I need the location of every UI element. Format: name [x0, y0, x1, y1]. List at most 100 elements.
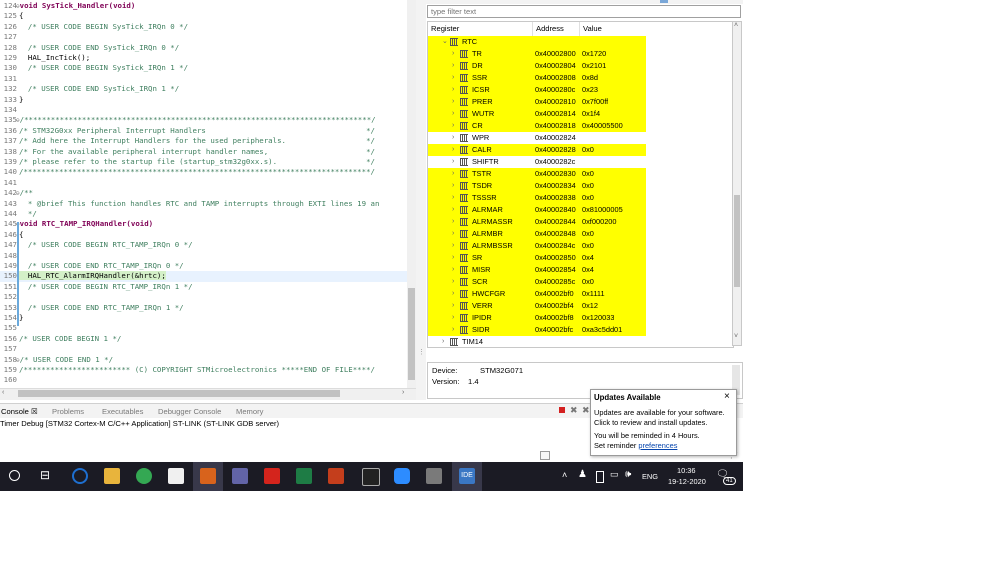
- code-line[interactable]: 126 /* USER CODE BEGIN SysTick_IRQn 0 */: [0, 22, 407, 32]
- register-row[interactable]: › ALRMBR 0x40002848 0x0: [428, 228, 733, 240]
- expand-register-icon[interactable]: ›: [452, 132, 454, 144]
- code-line[interactable]: 124⊖void SysTick_Handler(void): [0, 1, 407, 11]
- expand-register-icon[interactable]: ›: [452, 300, 454, 312]
- register-row[interactable]: › DR 0x40002804 0x2101: [428, 60, 733, 72]
- register-value[interactable]: 0x2101: [582, 60, 606, 72]
- console-pin-icon[interactable]: [540, 451, 550, 460]
- expand-register-icon[interactable]: ›: [452, 192, 454, 204]
- scroll-right-icon[interactable]: ›: [402, 389, 404, 396]
- register-value[interactable]: 0x120033: [582, 312, 614, 324]
- register-value[interactable]: 0x0: [582, 180, 594, 192]
- code-line[interactable]: 147 /* USER CODE BEGIN RTC_TAMP_IRQn 0 *…: [0, 240, 407, 250]
- expand-register-icon[interactable]: ›: [452, 276, 454, 288]
- code-line[interactable]: 140/************************************…: [0, 167, 407, 177]
- register-value[interactable]: 0x0: [582, 168, 594, 180]
- powerpoint-icon[interactable]: [328, 468, 344, 484]
- tray-overflow-icon[interactable]: ˄: [562, 470, 567, 480]
- scroll-down-icon[interactable]: ˅: [734, 333, 738, 340]
- column-header-value[interactable]: Value: [580, 22, 733, 36]
- register-value[interactable]: 0x0: [582, 240, 594, 252]
- register-row[interactable]: › TSDR 0x40002834 0x0: [428, 180, 733, 192]
- register-row[interactable]: › SSR 0x40002808 0x8d: [428, 72, 733, 84]
- code-line[interactable]: 138/* For the available peripheral inter…: [0, 147, 407, 157]
- expand-register-icon[interactable]: ›: [452, 48, 454, 60]
- register-row[interactable]: › SCR 0x4000285c 0x0: [428, 276, 733, 288]
- register-value[interactable]: 0x0: [582, 276, 594, 288]
- register-row[interactable]: › TR 0x40002800 0x1720: [428, 48, 733, 60]
- register-row[interactable]: › VERR 0x40002bf4 0x12: [428, 300, 733, 312]
- code-line[interactable]: 144 */: [0, 209, 407, 219]
- expand-register-icon[interactable]: ›: [452, 96, 454, 108]
- volume-icon[interactable]: 🕪: [625, 469, 631, 480]
- code-line[interactable]: 125{: [0, 11, 407, 21]
- person-icon[interactable]: ♟: [578, 469, 587, 480]
- register-row[interactable]: › TSSSR 0x40002838 0x0: [428, 192, 733, 204]
- column-header-address[interactable]: Address: [533, 22, 580, 36]
- code-line[interactable]: 158⊖/* USER CODE END 1 */: [0, 355, 407, 365]
- expand-register-icon[interactable]: ›: [452, 144, 454, 156]
- code-line[interactable]: 131: [0, 74, 407, 84]
- task-view-icon[interactable]: ⊟: [40, 468, 50, 482]
- panel-sash[interactable]: ⋮: [416, 0, 426, 400]
- search-icon[interactable]: [9, 470, 20, 481]
- updates-notification[interactable]: Updates Available × Updates are availabl…: [590, 389, 737, 456]
- register-value[interactable]: 0x1720: [582, 48, 606, 60]
- code-line[interactable]: 155: [0, 323, 407, 333]
- register-row[interactable]: › CR 0x40002818 0x40005500: [428, 120, 733, 132]
- network-icon[interactable]: ▭: [610, 469, 619, 480]
- register-row[interactable]: › WPR 0x40002824: [428, 132, 733, 144]
- expand-register-icon[interactable]: ›: [452, 264, 454, 276]
- register-value[interactable]: 0x0: [582, 144, 594, 156]
- code-line[interactable]: 135⊖/***********************************…: [0, 115, 407, 125]
- register-value[interactable]: 0x0: [582, 228, 594, 240]
- expand-register-icon[interactable]: ›: [452, 288, 454, 300]
- register-row[interactable]: › IPIDR 0x40002bf8 0x120033: [428, 312, 733, 324]
- code-line[interactable]: 142⊖/**: [0, 188, 407, 198]
- clock-date[interactable]: 19-12-2020: [668, 477, 706, 486]
- code-line[interactable]: 154}: [0, 313, 407, 323]
- code-line-current[interactable]: 150 HAL_RTC_AlarmIRQHandler(&hrtc);: [0, 271, 407, 282]
- code-line[interactable]: 132 /* USER CODE END SysTick_IRQn 1 */: [0, 84, 407, 94]
- register-value[interactable]: 0x0: [582, 192, 594, 204]
- code-line[interactable]: 149 /* USER CODE END RTC_TAMP_IRQn 0 */: [0, 261, 407, 271]
- code-line[interactable]: 153 /* USER CODE END RTC_TAMP_IRQn 1 */: [0, 303, 407, 313]
- register-value[interactable]: 0xf000200: [582, 216, 617, 228]
- code-line[interactable]: 143 * @brief This function handles RTC a…: [0, 199, 407, 209]
- zoom-icon[interactable]: [394, 468, 410, 484]
- register-row[interactable]: › ALRMASSR 0x40002844 0xf000200: [428, 216, 733, 228]
- register-row[interactable]: › PRER 0x40002810 0x7f00ff: [428, 96, 733, 108]
- expand-register-icon[interactable]: ›: [452, 60, 454, 72]
- code-line[interactable]: 152: [0, 292, 407, 302]
- register-row[interactable]: › ALRMBSSR 0x4000284c 0x0: [428, 240, 733, 252]
- code-line[interactable]: 156/* USER CODE BEGIN 1 */: [0, 334, 407, 344]
- expand-toggle-icon[interactable]: ›: [442, 336, 444, 347]
- register-filter-input[interactable]: [427, 5, 741, 18]
- register-table-scrollbar[interactable]: ˄ ˅: [732, 21, 742, 346]
- code-line[interactable]: 145⊖void RTC_TAMP_IRQHandler(void): [0, 219, 407, 229]
- toolbar-icon[interactable]: [660, 0, 668, 3]
- register-value[interactable]: 0x4: [582, 252, 594, 264]
- store-icon[interactable]: [168, 468, 184, 484]
- preferences-link[interactable]: preferences: [638, 441, 677, 450]
- expand-register-icon[interactable]: ›: [452, 156, 454, 168]
- expand-register-icon[interactable]: ›: [452, 240, 454, 252]
- register-group-rtc[interactable]: ⌄ RTC: [428, 36, 733, 48]
- expand-register-icon[interactable]: ›: [452, 204, 454, 216]
- expand-register-icon[interactable]: ›: [452, 180, 454, 192]
- expand-register-icon[interactable]: ›: [452, 228, 454, 240]
- terminate-icon[interactable]: [559, 407, 565, 413]
- code-line[interactable]: 128 /* USER CODE END SysTick_IRQn 0 */: [0, 43, 407, 53]
- close-icon[interactable]: ×: [724, 391, 730, 402]
- excel-icon[interactable]: [296, 468, 312, 484]
- teams-icon[interactable]: [232, 468, 248, 484]
- register-value[interactable]: 0x81000005: [582, 204, 623, 216]
- expand-toggle-icon[interactable]: ⌄: [442, 36, 448, 48]
- expand-register-icon[interactable]: ›: [452, 84, 454, 96]
- code-line[interactable]: 146{: [0, 230, 407, 240]
- terminal-icon[interactable]: [362, 468, 380, 486]
- register-value[interactable]: 0x1111: [582, 288, 605, 300]
- stm32cubeide-icon[interactable]: IDE: [459, 468, 475, 484]
- code-editor[interactable]: 124⊖void SysTick_Handler(void) 125{126 /*…: [0, 0, 407, 388]
- register-row[interactable]: › SR 0x40002850 0x4: [428, 252, 733, 264]
- register-value[interactable]: 0x12: [582, 300, 598, 312]
